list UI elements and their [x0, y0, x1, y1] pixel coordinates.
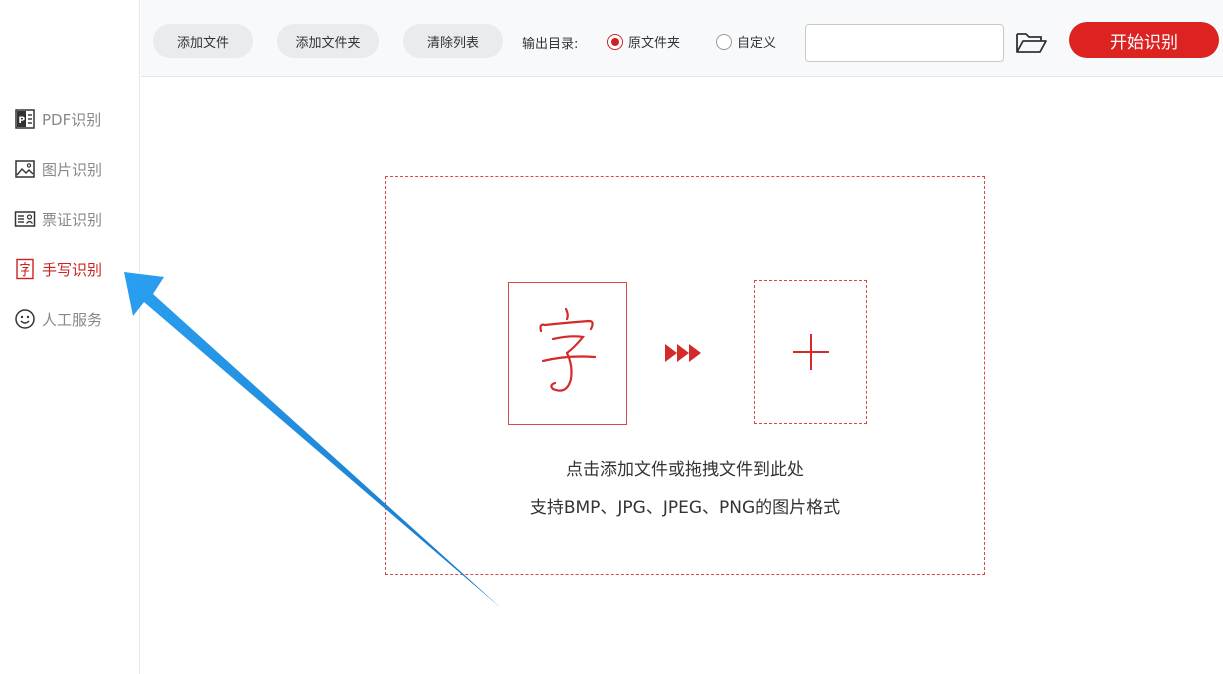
output-path-input[interactable] [805, 24, 1004, 62]
radio-dot [716, 33, 732, 50]
sidebar-item-pdf[interactable]: P PDF识别 [14, 107, 101, 131]
radio-custom[interactable]: 自定义 [716, 32, 776, 51]
radio-label: 原文件夹 [628, 36, 681, 51]
sidebar-item-manual-service[interactable]: 人工服务 [14, 307, 102, 331]
handwriting-icon [14, 258, 36, 280]
triple-arrow-icon [665, 344, 701, 362]
add-file-button[interactable]: 添加文件 [153, 24, 253, 58]
radio-dot [607, 33, 623, 50]
smiley-icon [14, 308, 36, 330]
clear-list-button[interactable]: 清除列表 [403, 24, 503, 58]
sidebar-item-label: 图片识别 [42, 160, 103, 179]
folder-open-icon[interactable] [1014, 30, 1048, 56]
handwritten-char-icon [538, 307, 596, 392]
format-hint-text: 支持BMP、JPG、JPEG、PNG的图片格式 [529, 498, 841, 518]
svg-text:P: P [19, 116, 26, 126]
sidebar-item-label: 票证识别 [42, 210, 103, 229]
drop-hint-text: 点击添加文件或拖拽文件到此处 [566, 460, 804, 480]
sidebar: P PDF识别 图片识别 票证识别 手写识别 人工服务 [0, 0, 140, 674]
radio-original-folder[interactable]: 原文件夹 [607, 32, 680, 51]
output-dir-label: 输出目录: [522, 37, 579, 52]
sidebar-item-image[interactable]: 图片识别 [14, 157, 102, 181]
toolbar: 添加文件 添加文件夹 清除列表 输出目录: 原文件夹 自定义 [141, 0, 1223, 77]
handwriting-sample [508, 282, 627, 425]
image-icon [14, 158, 36, 180]
id-card-icon [14, 208, 36, 230]
add-folder-button[interactable]: 添加文件夹 [277, 24, 379, 58]
sidebar-item-ticket[interactable]: 票证识别 [14, 207, 102, 231]
sidebar-item-label: 手写识别 [42, 260, 103, 279]
start-recognition-button[interactable]: 开始识别 [1069, 22, 1219, 58]
pdf-icon: P [14, 108, 36, 130]
add-placeholder[interactable] [754, 280, 867, 424]
radio-label: 自定义 [737, 36, 777, 51]
sidebar-item-handwriting[interactable]: 手写识别 [14, 257, 102, 281]
sidebar-item-label: 人工服务 [42, 310, 103, 329]
plus-icon [792, 334, 829, 370]
sidebar-item-label: PDF识别 [42, 110, 102, 129]
